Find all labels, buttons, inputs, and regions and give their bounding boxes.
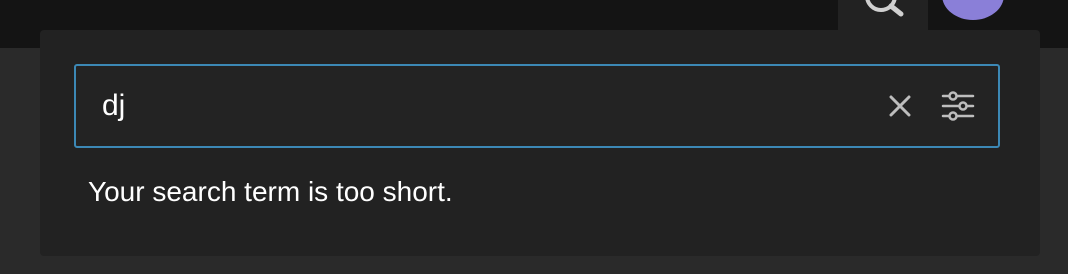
avatar[interactable] [942,0,1004,20]
close-icon [889,95,911,117]
search-icon [865,0,904,17]
search-input[interactable] [102,66,862,146]
clear-search-button[interactable] [882,88,918,124]
search-dropdown-panel: Your search term is too short. [40,30,1040,256]
search-validation-message: Your search term is too short. [88,176,453,207]
sliders-icon [941,91,975,121]
search-filters-button[interactable] [940,88,976,124]
search-field [74,64,1000,148]
